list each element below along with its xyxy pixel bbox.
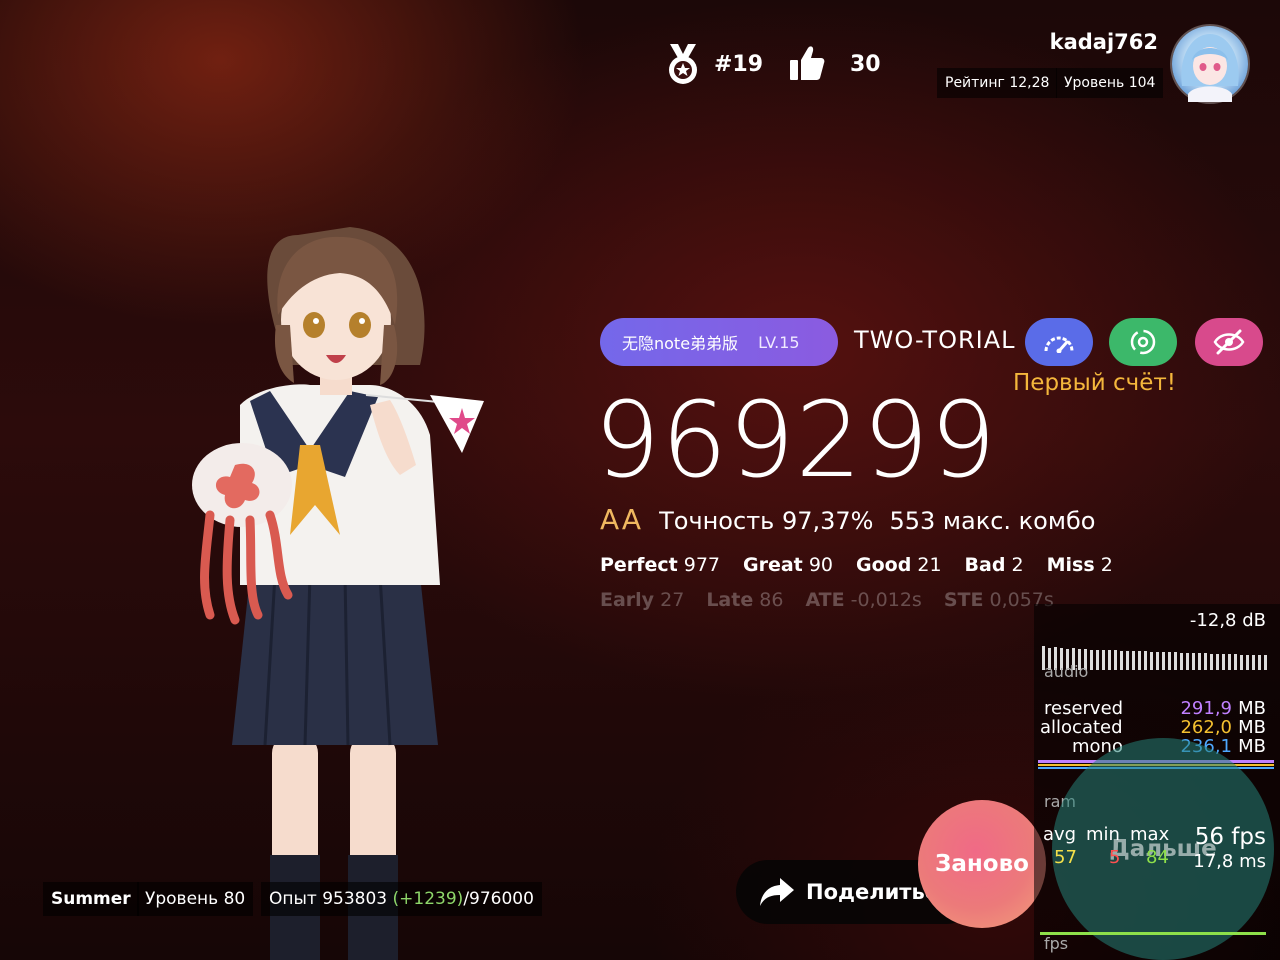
song-chip[interactable]: 无隐note弟弟版 LV.15: [600, 318, 838, 366]
judgement-bad: Bad 2: [964, 554, 1024, 576]
accuracy-row: AA Точность 97,37% 553 макс. комбо: [600, 503, 1095, 536]
exp-total: /976000: [463, 889, 534, 909]
fps-graph-line: [1040, 932, 1266, 935]
medal-icon: [669, 44, 697, 84]
timing-late: Late 86: [706, 589, 784, 611]
judgement-great: Great 90: [743, 554, 833, 576]
profile-level-chip: Уровень 104: [1056, 68, 1164, 98]
timing-row: Early 27 Late 86 ATE -0,012s STE 0,057s: [600, 589, 1076, 611]
audio-label: audio: [1044, 662, 1089, 681]
judgement-perfect: Perfect 977: [600, 554, 720, 576]
fps-label: fps: [1044, 934, 1069, 953]
avg-label: avg: [1043, 824, 1077, 845]
reserved-label: reserved: [1044, 698, 1124, 719]
difficulty-name: TWO-TORIAL: [854, 326, 1016, 354]
fps-value: 56 fps: [1194, 824, 1266, 850]
max-combo-text: 553 макс. комбо: [889, 507, 1096, 535]
audio-db: -12,8 dB: [1189, 610, 1266, 631]
accuracy-text: Точность 97,37%: [659, 507, 874, 535]
username: kadaj762: [1049, 30, 1158, 54]
player-name: Summer: [43, 882, 139, 916]
allocated-unit: MB: [1238, 717, 1266, 738]
first-score-label: Первый счёт!: [1013, 370, 1177, 396]
judgement-row: Perfect 977 Great 90 Good 21 Bad 2 Miss …: [600, 554, 1136, 576]
mono-unit: MB: [1238, 736, 1266, 757]
rank-stat: #19: [664, 40, 763, 88]
grade-label: AA: [600, 503, 644, 536]
player-exp: Опыт 953803 (+1239)/976000: [261, 882, 542, 916]
sync-mod-button[interactable]: [1109, 318, 1177, 366]
likes-value: 30: [850, 51, 881, 77]
reserved-unit: MB: [1238, 698, 1266, 719]
allocated-value: 262,0: [1180, 717, 1232, 738]
thumbs-up-icon: [790, 46, 825, 80]
speed-mod-button[interactable]: [1025, 318, 1093, 366]
avatar[interactable]: [1172, 26, 1248, 102]
song-title: 无隐note弟弟版: [622, 334, 739, 353]
sync-icon: [1130, 329, 1156, 355]
exp-gain: (+1239): [392, 889, 464, 909]
max-label: max: [1130, 824, 1170, 845]
max-value: 84: [1146, 847, 1169, 868]
reserved-value: 291,9: [1180, 698, 1232, 719]
character-illustration: [192, 227, 484, 960]
score-value: 969299: [594, 379, 998, 501]
allocated-label: allocated: [1040, 717, 1123, 738]
share-arrow-icon: [760, 878, 794, 906]
min-label: min: [1086, 824, 1120, 845]
avg-value: 57: [1054, 847, 1077, 868]
timing-ate: ATE -0,012s: [805, 589, 922, 611]
speedometer-icon: [1044, 336, 1074, 353]
timing-early: Early 27: [600, 589, 685, 611]
retry-button[interactable]: Заново: [918, 800, 1046, 928]
eye-off-icon: [1213, 329, 1245, 355]
exp-value: Опыт 953803: [269, 889, 388, 909]
hidden-mod-button[interactable]: [1195, 318, 1263, 366]
min-value: 5: [1109, 847, 1121, 868]
frame-ms: 17,8 ms: [1193, 851, 1266, 872]
rank-value: #19: [714, 51, 764, 77]
player-level: Уровень 80: [137, 882, 254, 916]
avatar-illustration: [1181, 34, 1239, 102]
likes-stat[interactable]: 30: [788, 40, 881, 88]
judgement-miss: Miss 2: [1046, 554, 1113, 576]
rating-chip: Рейтинг 12,28: [937, 68, 1058, 98]
retry-label: Заново: [935, 851, 1029, 877]
song-level: LV.15: [758, 332, 800, 352]
judgement-good: Good 21: [856, 554, 942, 576]
